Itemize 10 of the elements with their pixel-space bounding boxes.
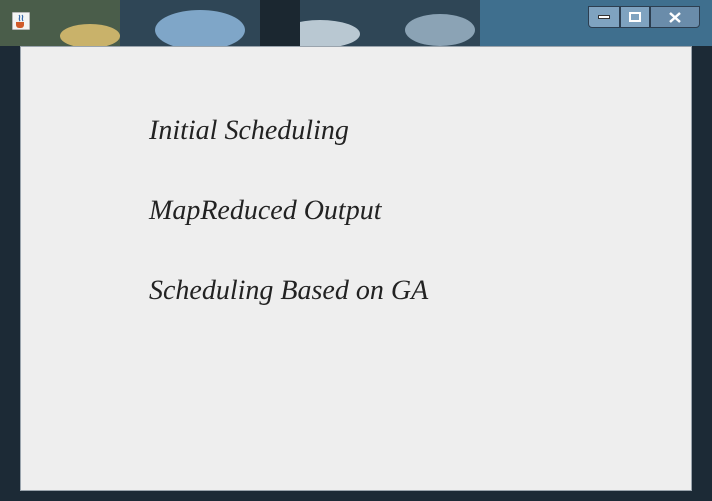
- menu-item[interactable]: Scheduling Based on GA: [149, 275, 428, 307]
- maximize-icon: [629, 12, 641, 22]
- minimize-button[interactable]: [588, 6, 620, 28]
- close-icon: [669, 12, 681, 22]
- maximize-button[interactable]: [620, 6, 650, 28]
- close-button[interactable]: [650, 6, 700, 28]
- menu-item[interactable]: Initial Scheduling: [149, 115, 349, 147]
- minimize-icon: [598, 15, 610, 19]
- menu-item[interactable]: MapReduced Output: [149, 195, 382, 227]
- coffee-cup-icon: [12, 12, 30, 30]
